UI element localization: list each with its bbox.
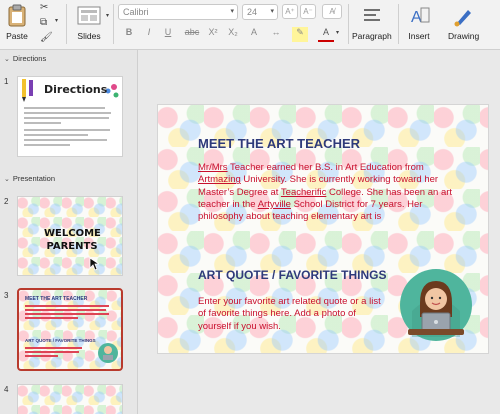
body-text-segment: Artmazing <box>198 174 241 186</box>
body-text-segment: Mr/Mrs <box>198 162 228 173</box>
font-color-icon[interactable]: A <box>318 27 334 42</box>
slide-title[interactable]: MEET THE ART TEACHER <box>198 136 360 151</box>
section-header-directions[interactable]: ⌄ Directions <box>4 54 46 63</box>
body-text-segment: Teacherific <box>280 186 327 198</box>
chevron-down-icon: ⌄ <box>4 175 10 183</box>
ribbon-toolbar: Paste ✂ ⧉ 🖌 ▾ Slides ▾ Calibri ▾ 24 ▾ A⁺… <box>0 0 500 50</box>
cut-icon[interactable]: ✂ <box>40 2 48 13</box>
current-slide[interactable]: MEET THE ART TEACHER Mr/Mrs Teacher earn… <box>157 104 489 354</box>
slide-thumbnail-2[interactable]: WELCOME PARENTS <box>17 196 123 276</box>
divider <box>398 4 399 44</box>
thumb-text-lines <box>25 305 113 321</box>
text-box-icon: A <box>411 7 430 26</box>
copy-icon[interactable]: ⧉ <box>40 17 47 28</box>
body-text-segment: Teacher earned her B.S. in Art Education… <box>227 162 424 173</box>
chevron-down-icon: ▾ <box>270 8 274 15</box>
drawing-button[interactable]: Drawing <box>448 4 479 41</box>
slide-number: 1 <box>4 77 9 86</box>
chevron-down-icon[interactable]: ▾ <box>106 12 109 19</box>
paintbrush-icon <box>454 10 471 27</box>
slides-button[interactable]: Slides <box>76 4 102 41</box>
character-spacing-icon[interactable]: ↔ <box>268 27 284 42</box>
chevron-down-icon[interactable]: ▾ <box>336 29 339 36</box>
format-painter-icon[interactable]: 🖌 <box>40 32 53 43</box>
chevron-down-icon: ⌄ <box>4 55 10 63</box>
slide-layout-icon <box>77 6 101 25</box>
highlight-icon[interactable]: ✎ <box>292 27 308 42</box>
text-effects-icon[interactable]: A <box>246 27 262 42</box>
clipboard-icon <box>8 4 26 27</box>
italic-icon[interactable]: I <box>141 27 157 42</box>
bold-icon[interactable]: B <box>121 27 137 42</box>
slide-body-text[interactable]: Mr/Mrs Teacher earned her B.S. in Art Ed… <box>198 162 458 224</box>
clear-formatting-icon[interactable]: A̸ <box>322 4 342 19</box>
thumb-text-lines <box>24 107 116 149</box>
slide-editor-canvas: MEET THE ART TEACHER Mr/Mrs Teacher earn… <box>139 50 500 414</box>
svg-text:A: A <box>411 9 422 26</box>
slide-thumbnail-4[interactable] <box>17 384 123 414</box>
insert-button[interactable]: A Insert <box>406 4 432 41</box>
divider <box>348 4 349 44</box>
subscript-icon[interactable]: X₂ <box>225 27 241 42</box>
thumb-title: MEET THE ART TEACHER <box>25 296 88 302</box>
underline-icon[interactable]: U <box>160 27 176 42</box>
thumb-subtitle: ART QUOTE / FAVORITE THINGS <box>25 338 96 343</box>
paragraph-button[interactable]: Paragraph <box>352 4 392 41</box>
paragraph-align-icon <box>363 9 380 21</box>
superscript-icon[interactable]: X² <box>205 27 221 42</box>
slide-number: 2 <box>4 197 9 206</box>
slide-quote-text[interactable]: Enter your favorite art related quote or… <box>198 296 390 333</box>
thumb-text-lines <box>25 347 85 359</box>
divider <box>113 4 114 44</box>
section-header-presentation[interactable]: ⌄ Presentation <box>4 174 55 183</box>
slide-subtitle[interactable]: ART QUOTE / FAVORITE THINGS <box>198 268 386 282</box>
teacher-avatar-icon <box>98 343 118 363</box>
slide-number: 4 <box>4 385 9 394</box>
chevron-down-icon[interactable]: ▾ <box>55 17 58 24</box>
decrease-font-icon[interactable]: A⁻ <box>300 4 316 19</box>
increase-font-icon[interactable]: A⁺ <box>282 4 298 19</box>
slide-thumbnail-1[interactable]: Directions <box>17 76 123 157</box>
divider <box>66 4 67 44</box>
slide-thumbnail-pane: ⌄ Directions 1 Directions ⌄ Presentation… <box>0 50 138 414</box>
mouse-cursor-icon <box>89 257 99 271</box>
strikethrough-icon[interactable]: abc <box>181 27 203 42</box>
body-text-segment: Artyville <box>257 199 291 211</box>
teacher-avatar-icon <box>400 269 472 341</box>
slide-thumbnail-3[interactable]: MEET THE ART TEACHER ART QUOTE / FAVORIT… <box>17 288 123 371</box>
slide-number: 3 <box>4 291 9 300</box>
font-size-dropdown[interactable]: 24 ▾ <box>242 4 278 20</box>
thumb-title: Directions <box>44 83 108 96</box>
font-name-dropdown[interactable]: Calibri ▾ <box>118 4 238 20</box>
thumb-title: WELCOME PARENTS <box>44 228 101 252</box>
paste-button[interactable]: Paste <box>6 4 28 41</box>
chevron-down-icon: ▾ <box>230 8 234 15</box>
